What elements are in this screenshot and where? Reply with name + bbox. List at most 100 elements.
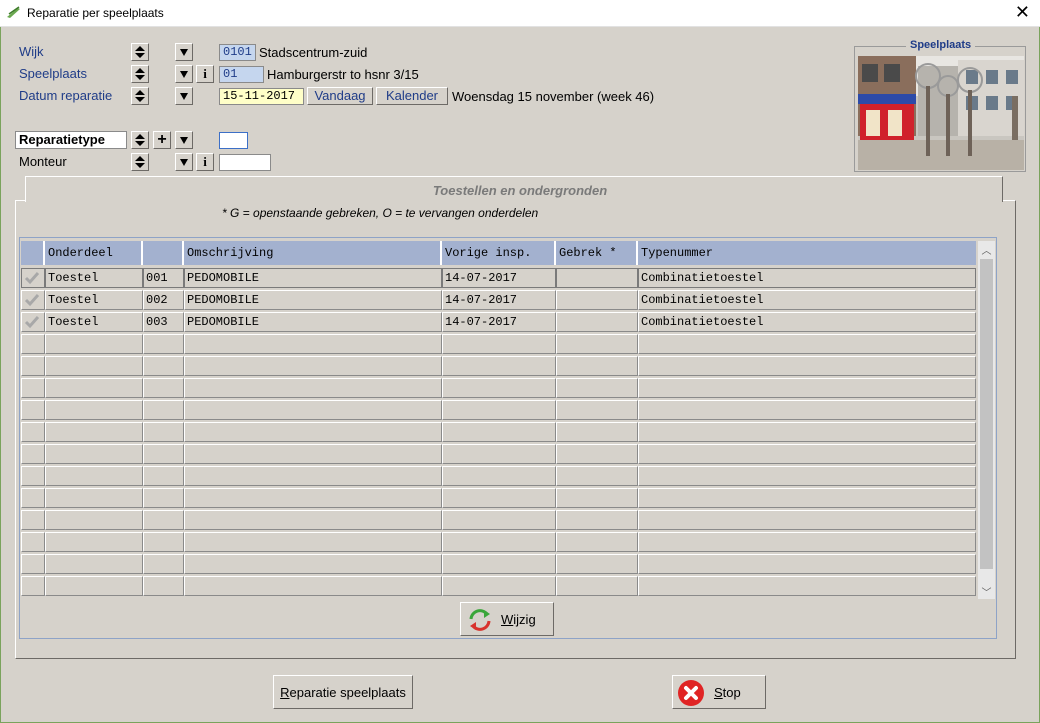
speelplaats-spin-button[interactable] bbox=[131, 65, 149, 83]
cell-gebrek[interactable] bbox=[556, 444, 638, 464]
cell-typenummer[interactable] bbox=[638, 510, 976, 530]
cell-nummer[interactable] bbox=[143, 554, 184, 574]
cell-nummer[interactable] bbox=[143, 444, 184, 464]
monteur-spin-button[interactable] bbox=[131, 153, 149, 171]
cell-vorige-insp[interactable] bbox=[442, 378, 556, 398]
cell-vorige-insp[interactable] bbox=[442, 554, 556, 574]
cell-nummer[interactable]: 003 bbox=[143, 312, 184, 332]
scroll-down-icon[interactable]: ﹀ bbox=[978, 583, 995, 599]
cell-omschrijving[interactable] bbox=[184, 554, 442, 574]
cell-check[interactable] bbox=[21, 312, 45, 332]
cell-typenummer[interactable] bbox=[638, 466, 976, 486]
cell-vorige-insp[interactable] bbox=[442, 488, 556, 508]
cell-vorige-insp[interactable] bbox=[442, 400, 556, 420]
cell-typenummer[interactable] bbox=[638, 576, 976, 596]
wijk-spin-button[interactable] bbox=[131, 43, 149, 61]
cell-gebrek[interactable] bbox=[556, 576, 638, 596]
cell-typenummer[interactable] bbox=[638, 554, 976, 574]
table-row[interactable] bbox=[21, 554, 976, 576]
cell-typenummer[interactable] bbox=[638, 334, 976, 354]
table-row[interactable]: Toestel 002 PEDOMOBILE 14-07-2017 Combinatie… bbox=[21, 290, 976, 312]
cell-onderdeel[interactable] bbox=[45, 444, 143, 464]
cell-typenummer[interactable] bbox=[638, 422, 976, 442]
cell-omschrijving[interactable] bbox=[184, 422, 442, 442]
datum-spin-button[interactable] bbox=[131, 87, 149, 105]
stop-button[interactable]: Stop bbox=[672, 675, 766, 709]
cell-typenummer[interactable] bbox=[638, 378, 976, 398]
cell-typenummer[interactable]: Combinatietoestel bbox=[638, 268, 976, 288]
cell-vorige-insp[interactable]: 14-07-2017 bbox=[442, 268, 556, 288]
reparatie-speelplaats-button[interactable]: Reparatie speelplaats bbox=[273, 675, 413, 709]
cell-gebrek[interactable] bbox=[556, 378, 638, 398]
cell-omschrijving[interactable] bbox=[184, 576, 442, 596]
cell-vorige-insp[interactable] bbox=[442, 510, 556, 530]
cell-nummer[interactable] bbox=[143, 532, 184, 552]
cell-gebrek[interactable] bbox=[556, 466, 638, 486]
cell-nummer[interactable] bbox=[143, 466, 184, 486]
cell-nummer[interactable]: 002 bbox=[143, 290, 184, 310]
cell-gebrek[interactable] bbox=[556, 510, 638, 530]
cell-vorige-insp[interactable] bbox=[442, 466, 556, 486]
speelplaats-dropdown-button[interactable] bbox=[175, 65, 193, 83]
cell-nummer[interactable] bbox=[143, 488, 184, 508]
cell-check[interactable] bbox=[21, 488, 45, 508]
cell-gebrek[interactable] bbox=[556, 532, 638, 552]
wijk-code-field[interactable]: 0101 bbox=[219, 44, 256, 61]
speelplaats-info-button[interactable]: i bbox=[196, 65, 214, 83]
datum-dropdown-button[interactable] bbox=[175, 87, 193, 105]
cell-onderdeel[interactable] bbox=[45, 576, 143, 596]
reparatietype-add-button[interactable]: + bbox=[153, 131, 171, 149]
reparatietype-dropdown-button[interactable] bbox=[175, 131, 193, 149]
cell-typenummer[interactable] bbox=[638, 400, 976, 420]
cell-nummer[interactable]: 001 bbox=[143, 268, 184, 288]
cell-gebrek[interactable] bbox=[556, 334, 638, 354]
cell-omschrijving[interactable]: PEDOMOBILE bbox=[184, 268, 442, 288]
cell-onderdeel[interactable] bbox=[45, 488, 143, 508]
cell-gebrek[interactable] bbox=[556, 312, 638, 332]
cell-nummer[interactable] bbox=[143, 422, 184, 442]
cell-check[interactable] bbox=[21, 356, 45, 376]
cell-nummer[interactable] bbox=[143, 576, 184, 596]
cell-check[interactable] bbox=[21, 290, 45, 310]
cell-vorige-insp[interactable] bbox=[442, 532, 556, 552]
cell-nummer[interactable] bbox=[143, 378, 184, 398]
reparatietype-field[interactable] bbox=[219, 132, 248, 149]
cell-gebrek[interactable] bbox=[556, 400, 638, 420]
close-icon[interactable]: ✕ bbox=[1015, 3, 1030, 21]
cell-check[interactable] bbox=[21, 554, 45, 574]
cell-omschrijving[interactable] bbox=[184, 400, 442, 420]
cell-check[interactable] bbox=[21, 466, 45, 486]
cell-gebrek[interactable] bbox=[556, 554, 638, 574]
cell-omschrijving[interactable]: PEDOMOBILE bbox=[184, 312, 442, 332]
kalender-button[interactable]: Kalender bbox=[376, 87, 448, 105]
cell-gebrek[interactable] bbox=[556, 290, 638, 310]
cell-check[interactable] bbox=[21, 510, 45, 530]
cell-onderdeel[interactable]: Toestel bbox=[45, 312, 143, 332]
monteur-info-button[interactable]: i bbox=[196, 153, 214, 171]
cell-onderdeel[interactable] bbox=[45, 400, 143, 420]
cell-omschrijving[interactable] bbox=[184, 488, 442, 508]
cell-onderdeel[interactable] bbox=[45, 378, 143, 398]
cell-omschrijving[interactable] bbox=[184, 334, 442, 354]
cell-onderdeel[interactable] bbox=[45, 356, 143, 376]
cell-omschrijving[interactable]: PEDOMOBILE bbox=[184, 290, 442, 310]
column-header-nummer[interactable] bbox=[143, 241, 184, 265]
grid-scrollbar[interactable]: ︿ ﹀ bbox=[978, 241, 995, 599]
cell-onderdeel[interactable] bbox=[45, 334, 143, 354]
cell-vorige-insp[interactable]: 14-07-2017 bbox=[442, 290, 556, 310]
reparatietype-spin-button[interactable] bbox=[131, 131, 149, 149]
table-row[interactable] bbox=[21, 378, 976, 400]
cell-vorige-insp[interactable] bbox=[442, 576, 556, 596]
cell-omschrijving[interactable] bbox=[184, 532, 442, 552]
scroll-up-icon[interactable]: ︿ bbox=[978, 241, 995, 257]
cell-onderdeel[interactable]: Toestel bbox=[45, 290, 143, 310]
cell-nummer[interactable] bbox=[143, 510, 184, 530]
cell-nummer[interactable] bbox=[143, 356, 184, 376]
table-row[interactable] bbox=[21, 532, 976, 554]
table-row[interactable] bbox=[21, 466, 976, 488]
column-header-vorige-insp[interactable]: Vorige insp. bbox=[442, 241, 556, 265]
cell-check[interactable] bbox=[21, 422, 45, 442]
cell-typenummer[interactable] bbox=[638, 444, 976, 464]
speelplaats-code-field[interactable]: 01 bbox=[219, 66, 264, 83]
cell-vorige-insp[interactable] bbox=[442, 334, 556, 354]
